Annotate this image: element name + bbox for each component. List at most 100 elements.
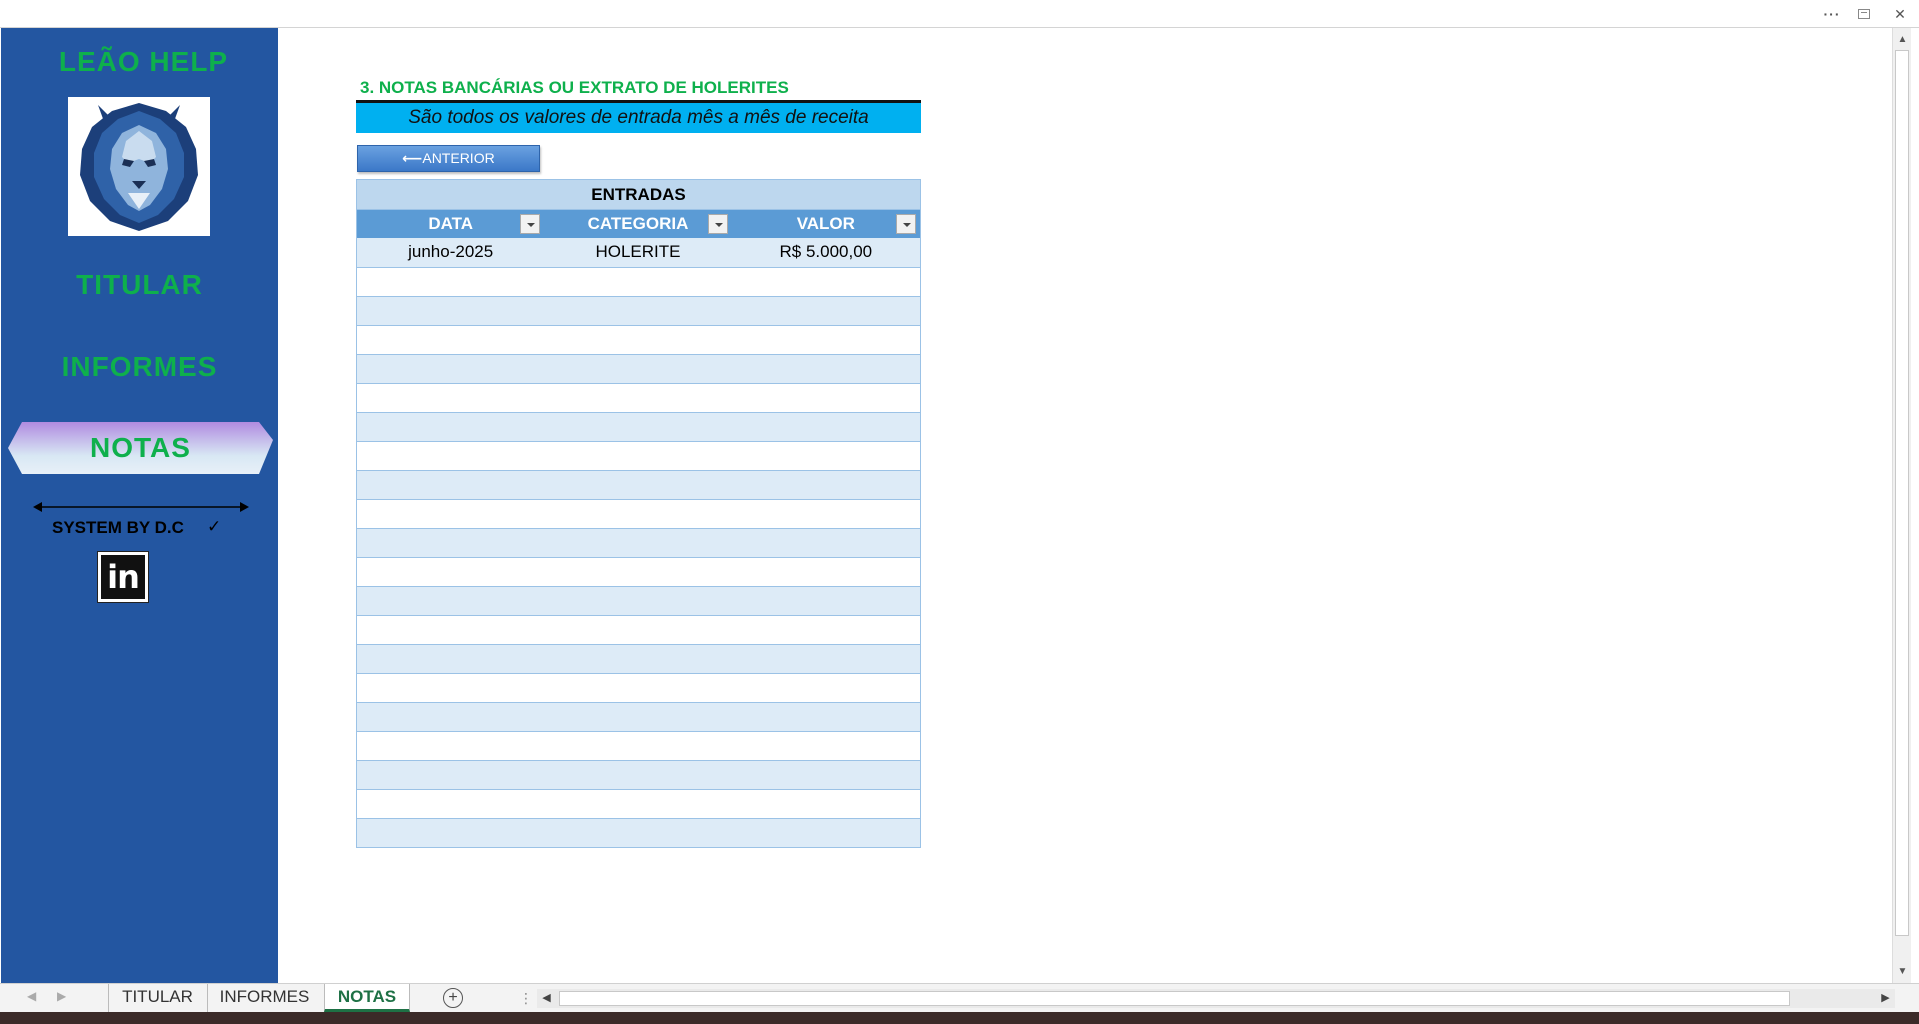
table-cell[interactable]	[357, 703, 544, 731]
table-row[interactable]	[357, 499, 920, 528]
table-row[interactable]	[357, 731, 920, 760]
tab-titular[interactable]: TITULAR	[108, 984, 206, 1012]
table-cell[interactable]	[732, 790, 920, 818]
table-cell[interactable]	[357, 558, 544, 586]
table-row[interactable]	[357, 673, 920, 702]
table-cell[interactable]	[732, 268, 920, 296]
table-cell[interactable]	[732, 761, 920, 789]
scroll-left-icon[interactable]: ◀	[537, 989, 556, 1008]
table-cell[interactable]	[544, 674, 731, 702]
table-row[interactable]	[357, 383, 920, 412]
table-cell[interactable]	[732, 616, 920, 644]
tab-informes[interactable]: INFORMES	[207, 984, 321, 1012]
table-cell[interactable]	[732, 645, 920, 673]
filter-dropdown-categoria[interactable]	[707, 214, 728, 234]
table-cell[interactable]	[732, 674, 920, 702]
table-cell[interactable]	[544, 558, 731, 586]
table-cell[interactable]	[544, 442, 731, 470]
table-cell[interactable]	[357, 326, 544, 354]
table-row[interactable]	[357, 818, 920, 847]
more-options-button[interactable]: ···	[1820, 4, 1844, 24]
table-cell[interactable]	[357, 471, 544, 499]
table-cell[interactable]	[357, 674, 544, 702]
restore-window-button[interactable]	[1852, 4, 1876, 24]
table-cell[interactable]	[732, 384, 920, 412]
table-row[interactable]	[357, 644, 920, 673]
table-cell[interactable]	[357, 268, 544, 296]
table-cell[interactable]	[357, 413, 544, 441]
table-cell[interactable]	[544, 819, 731, 847]
table-cell[interactable]	[544, 732, 731, 760]
table-row[interactable]	[357, 267, 920, 296]
filter-dropdown-valor[interactable]	[895, 214, 916, 234]
table-cell[interactable]	[357, 616, 544, 644]
horizontal-scroll-thumb[interactable]	[559, 991, 1790, 1006]
horizontal-scrollbar[interactable]: ◀ ▶	[537, 989, 1895, 1008]
table-cell[interactable]	[357, 790, 544, 818]
table-cell[interactable]	[732, 413, 920, 441]
table-cell[interactable]	[732, 471, 920, 499]
vertical-scrollbar[interactable]: ▲ ▼	[1892, 28, 1911, 983]
table-cell[interactable]	[544, 761, 731, 789]
table-cell[interactable]	[732, 442, 920, 470]
table-cell[interactable]	[357, 645, 544, 673]
table-cell[interactable]	[544, 790, 731, 818]
table-cell[interactable]	[544, 471, 731, 499]
table-row[interactable]	[357, 412, 920, 441]
scroll-down-icon[interactable]: ▼	[1893, 962, 1912, 981]
table-cell[interactable]	[357, 732, 544, 760]
table-cell[interactable]	[544, 587, 731, 615]
add-sheet-icon[interactable]: +	[443, 988, 463, 1008]
table-cell[interactable]	[544, 355, 731, 383]
table-row[interactable]	[357, 528, 920, 557]
table-cell[interactable]	[544, 326, 731, 354]
table-cell[interactable]	[732, 703, 920, 731]
table-row[interactable]: junho-2025 HOLERITE R$ 5.000,00	[357, 238, 920, 267]
table-cell[interactable]	[544, 645, 731, 673]
table-cell[interactable]	[732, 587, 920, 615]
vertical-scroll-thumb[interactable]	[1895, 50, 1909, 936]
table-cell[interactable]	[732, 558, 920, 586]
table-cell[interactable]	[544, 529, 731, 557]
close-window-button[interactable]: ✕	[1888, 4, 1912, 24]
table-cell[interactable]	[732, 500, 920, 528]
table-cell[interactable]: R$ 5.000,00	[732, 238, 920, 267]
table-cell[interactable]	[357, 819, 544, 847]
table-cell[interactable]	[544, 703, 731, 731]
table-row[interactable]	[357, 586, 920, 615]
table-row[interactable]	[357, 441, 920, 470]
table-row[interactable]	[357, 760, 920, 789]
table-cell[interactable]	[357, 529, 544, 557]
table-cell[interactable]	[357, 297, 544, 325]
table-cell[interactable]	[732, 326, 920, 354]
nav-notas[interactable]: NOTAS	[8, 422, 273, 474]
tab-scroll-left-icon[interactable]: ◀	[27, 989, 36, 1003]
table-cell[interactable]	[732, 355, 920, 383]
table-cell[interactable]	[732, 529, 920, 557]
table-row[interactable]	[357, 325, 920, 354]
table-cell[interactable]	[732, 819, 920, 847]
table-cell[interactable]	[544, 616, 731, 644]
table-cell[interactable]	[357, 587, 544, 615]
table-row[interactable]	[357, 296, 920, 325]
linkedin-icon[interactable]: in	[97, 551, 149, 603]
tab-splitter-icon[interactable]: ⋮	[519, 990, 533, 1007]
table-row[interactable]	[357, 789, 920, 818]
tab-scroll-right-icon[interactable]: ▶	[57, 989, 66, 1003]
table-cell[interactable]	[357, 355, 544, 383]
table-cell[interactable]	[544, 297, 731, 325]
table-cell[interactable]: junho-2025	[357, 238, 544, 267]
table-cell[interactable]	[544, 268, 731, 296]
table-cell[interactable]	[357, 500, 544, 528]
table-cell[interactable]	[732, 297, 920, 325]
scroll-up-icon[interactable]: ▲	[1893, 30, 1912, 49]
table-cell[interactable]	[544, 384, 731, 412]
table-cell[interactable]	[544, 413, 731, 441]
table-row[interactable]	[357, 615, 920, 644]
filter-dropdown-data[interactable]	[520, 214, 541, 234]
anterior-button[interactable]: ⟵ANTERIOR	[357, 145, 540, 172]
table-row[interactable]	[357, 702, 920, 731]
table-cell[interactable]	[357, 442, 544, 470]
table-cell[interactable]	[544, 500, 731, 528]
table-row[interactable]	[357, 557, 920, 586]
